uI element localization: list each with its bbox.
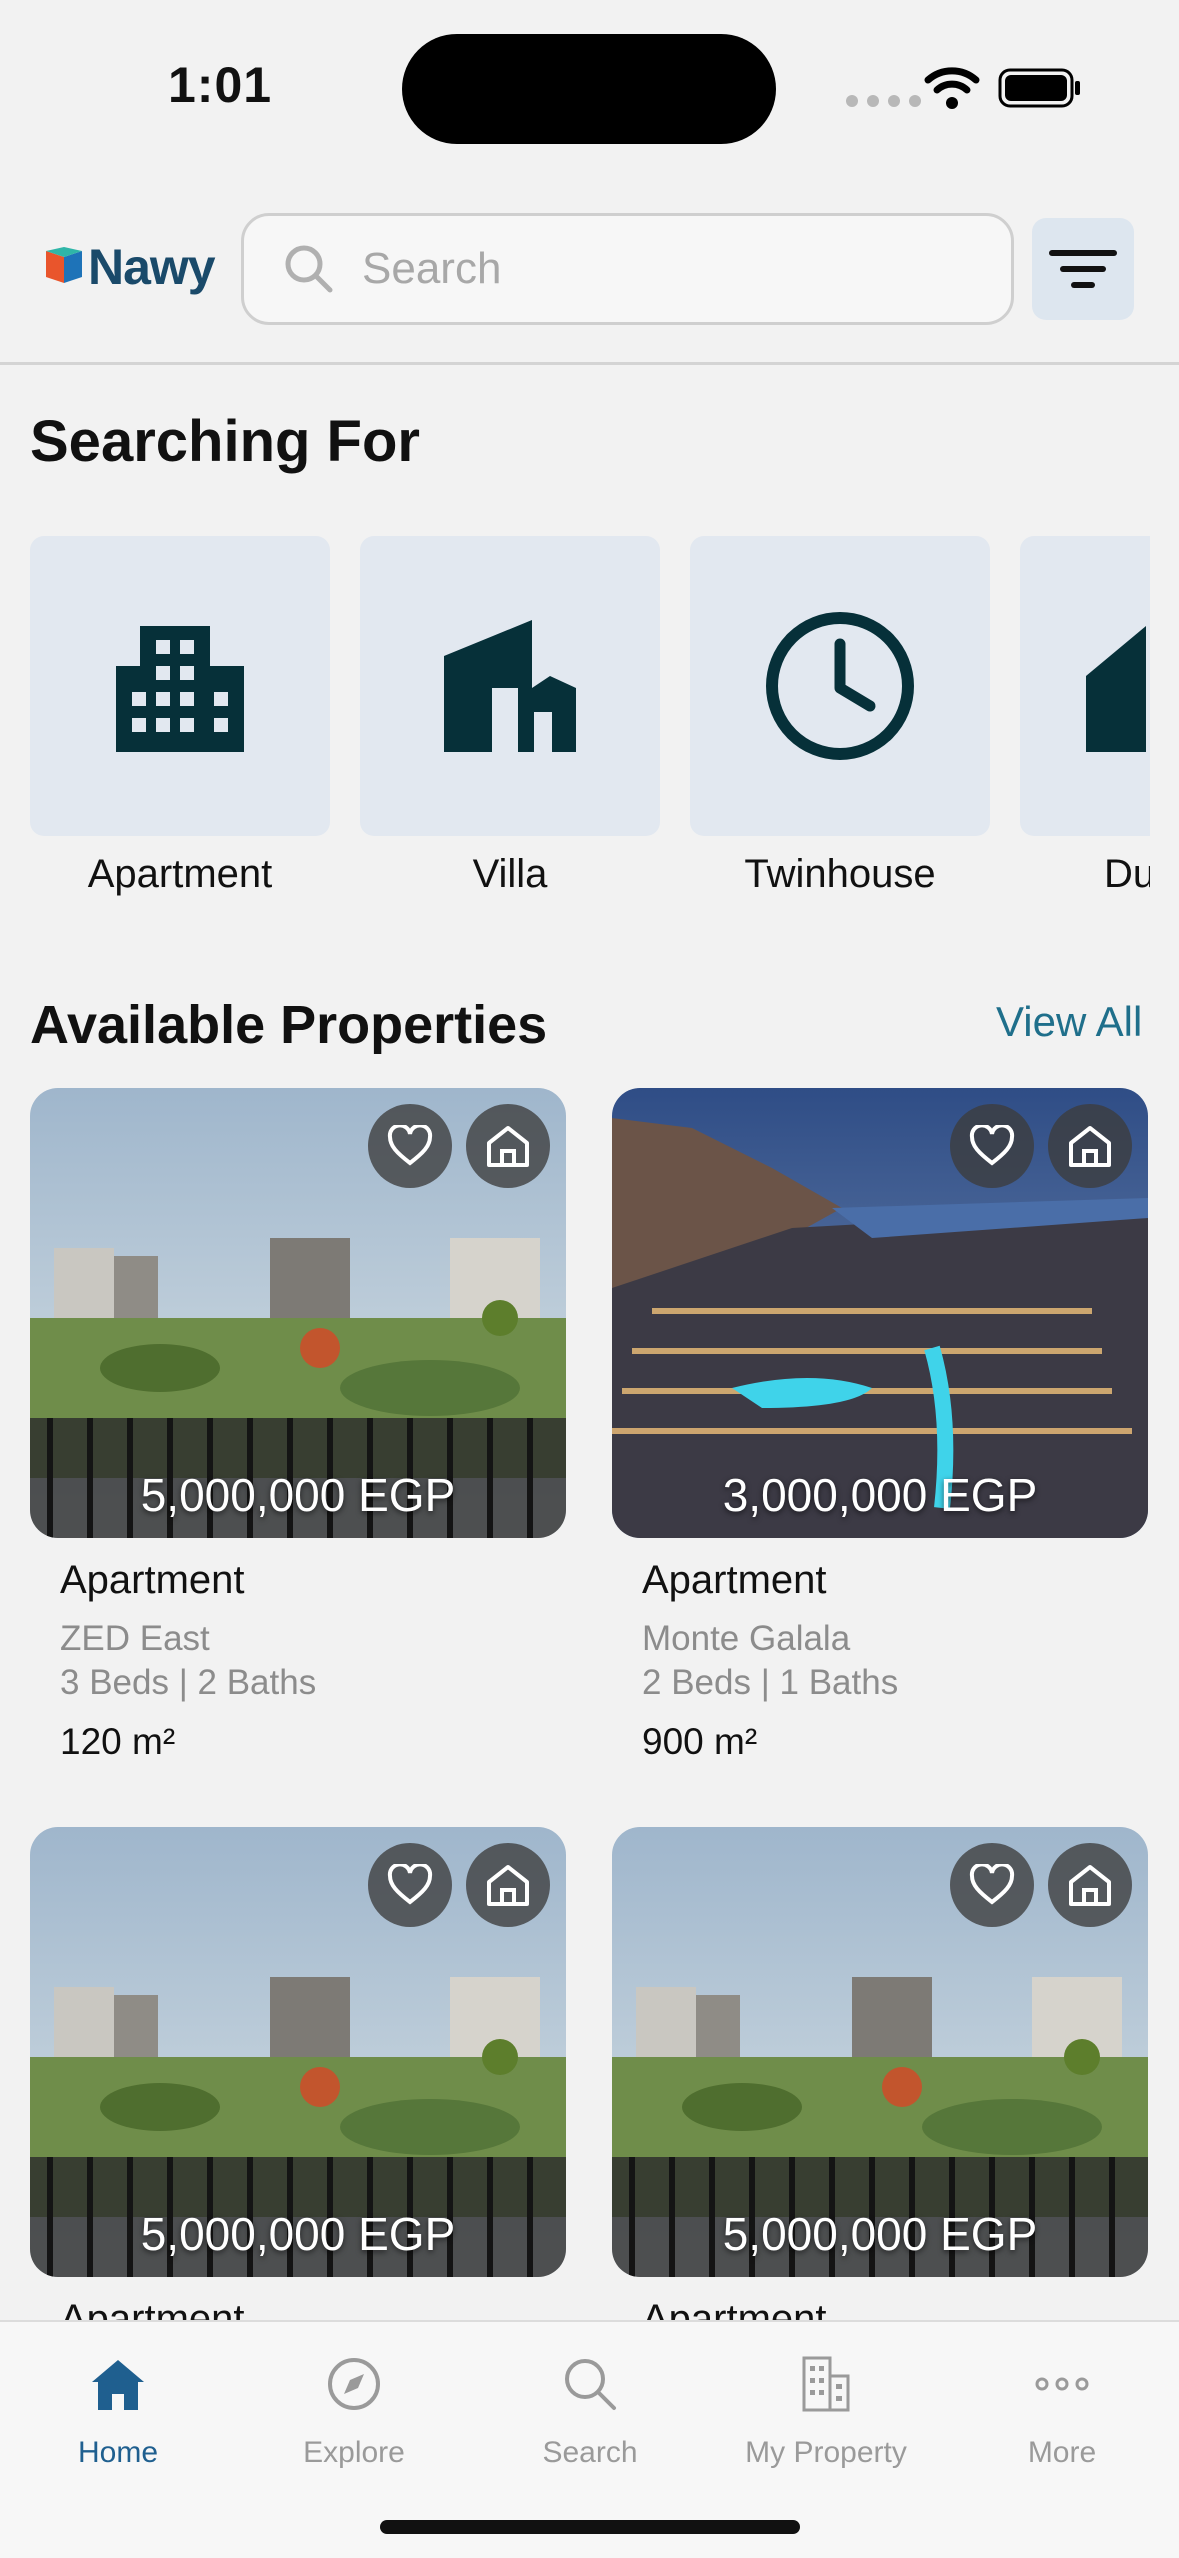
property-image[interactable]: 5,000,000 EGP — [30, 1088, 566, 1538]
property-price: 5,000,000 EGP — [722, 2208, 1038, 2260]
home-outline-icon — [487, 1865, 529, 1906]
heart-icon — [969, 1125, 1015, 1166]
tab-label: Home — [77, 2436, 159, 2469]
property-price: 3,000,000 EGP — [722, 1469, 1038, 1521]
property-type: Apartment — [60, 1558, 245, 1602]
property-card[interactable]: 5,000,000 EGP Apartment ZED East 3 Beds … — [30, 1088, 566, 1763]
favorite-button[interactable] — [950, 1843, 1034, 1927]
tab-my-property[interactable]: My Property — [708, 2344, 944, 2470]
property-card[interactable]: 5,000,000 EGP Apartment — [612, 1827, 1148, 2342]
logo-text: Nawy — [88, 239, 216, 295]
property-type: Apartment — [642, 1558, 827, 1602]
property-price: 5,000,000 EGP — [140, 1469, 456, 1521]
property-image[interactable]: 5,000,000 EGP — [30, 1827, 566, 2277]
home-outline-icon — [487, 1126, 529, 1167]
available-properties-title: Available Properties — [30, 995, 548, 1055]
heart-icon — [969, 1864, 1015, 1905]
dynamic-island — [402, 34, 776, 144]
home-indicator — [380, 2520, 800, 2534]
category-carousel[interactable]: Apartment Villa Twinhouse Du — [0, 536, 1150, 916]
home-outline-icon — [1069, 1865, 1111, 1906]
tab-label: My Property — [745, 2436, 907, 2469]
search-input[interactable] — [360, 243, 964, 295]
home-icon — [92, 2360, 144, 2410]
house-icon — [1086, 626, 1146, 752]
search-icon — [285, 245, 333, 293]
search-bar[interactable] — [241, 213, 1014, 325]
view-all-link[interactable]: View All — [996, 998, 1142, 1046]
category-apartment[interactable]: Apartment — [30, 536, 330, 897]
compare-button[interactable] — [1048, 1843, 1132, 1927]
property-beds-baths: 3 Beds | 2 Baths — [60, 1663, 317, 1702]
property-card[interactable]: 3,000,000 EGP Apartment Monte Galala 2 B… — [612, 1088, 1148, 1763]
tab-label: Search — [542, 2436, 638, 2469]
property-card[interactable]: 5,000,000 EGP Apartment — [30, 1827, 566, 2342]
favorite-button[interactable] — [950, 1104, 1034, 1188]
home-outline-icon — [1069, 1126, 1111, 1167]
compare-button[interactable] — [466, 1104, 550, 1188]
tab-more[interactable]: More — [944, 2344, 1179, 2470]
header-divider — [0, 362, 1179, 365]
villa-icon — [444, 620, 576, 752]
category-twinhouse[interactable]: Twinhouse — [690, 536, 990, 897]
property-image[interactable]: 5,000,000 EGP — [612, 1827, 1148, 2277]
category-partial[interactable]: Du — [1020, 536, 1150, 897]
compare-button[interactable] — [1048, 1104, 1132, 1188]
category-label: Du — [1104, 852, 1150, 896]
searching-for-title: Searching For — [30, 409, 420, 474]
nawy-logo[interactable]: Nawy — [44, 238, 216, 296]
search-icon — [565, 2359, 616, 2410]
compare-button[interactable] — [466, 1843, 550, 1927]
category-label: Twinhouse — [744, 852, 936, 896]
tab-home[interactable]: Home — [0, 2344, 236, 2470]
status-time: 1:01 — [168, 57, 273, 113]
tab-label: More — [1027, 2436, 1097, 2469]
category-label: Apartment — [87, 852, 273, 896]
property-area: 900 m² — [642, 1721, 758, 1762]
property-area: 120 m² — [60, 1721, 176, 1762]
wifi-icon — [924, 67, 980, 109]
category-label: Villa — [472, 852, 548, 896]
property-beds-baths: 2 Beds | 1 Baths — [642, 1663, 899, 1702]
building-icon — [116, 626, 244, 752]
category-villa[interactable]: Villa — [360, 536, 660, 897]
favorite-button[interactable] — [368, 1104, 452, 1188]
compass-icon — [328, 2358, 380, 2410]
cellular-signal-icon — [846, 95, 921, 107]
property-price: 5,000,000 EGP — [140, 2208, 456, 2260]
property-location: Monte Galala — [642, 1619, 851, 1658]
nawy-logo-mark-icon — [46, 247, 82, 283]
filter-icon — [1049, 250, 1117, 288]
buildings-icon — [802, 2356, 850, 2412]
clock-icon — [766, 612, 914, 760]
tab-label: Explore — [303, 2436, 405, 2469]
battery-icon — [998, 68, 1080, 108]
tab-explore[interactable]: Explore — [236, 2344, 472, 2470]
filter-button[interactable] — [1032, 218, 1134, 320]
tab-search[interactable]: Search — [472, 2344, 708, 2470]
heart-icon — [387, 1125, 433, 1166]
property-image[interactable]: 3,000,000 EGP — [612, 1088, 1148, 1538]
property-location: ZED East — [60, 1619, 210, 1658]
more-icon — [1035, 2377, 1089, 2391]
heart-icon — [387, 1864, 433, 1905]
favorite-button[interactable] — [368, 1843, 452, 1927]
